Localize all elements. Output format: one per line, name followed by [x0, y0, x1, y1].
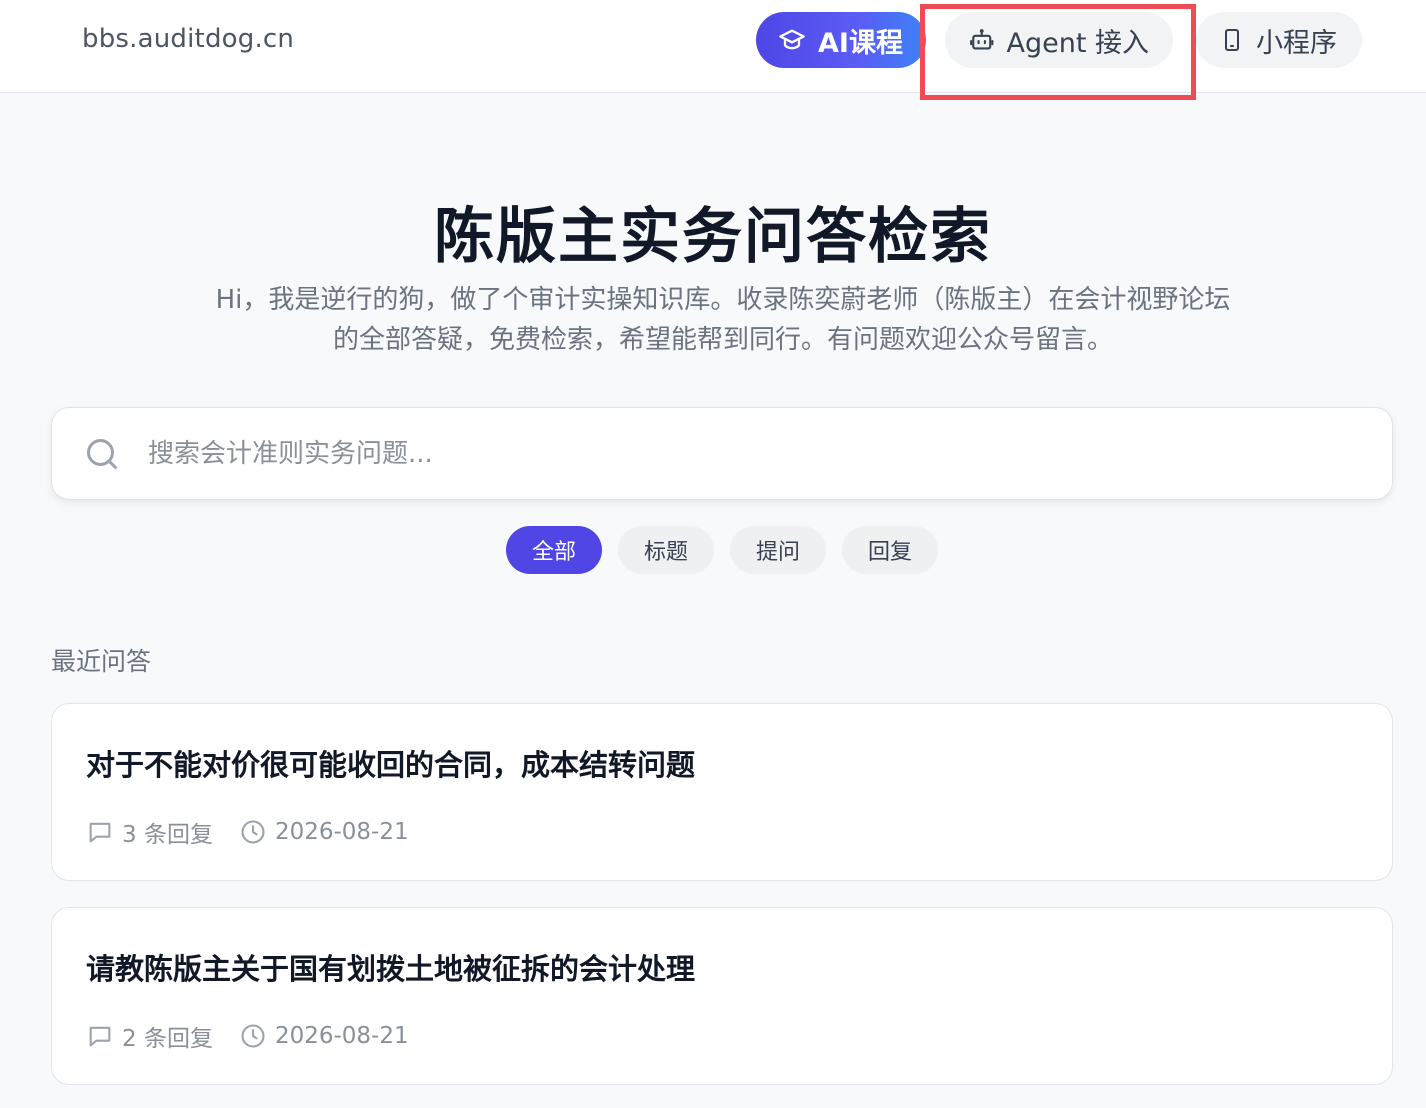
clock-icon: [241, 1024, 265, 1048]
post-date: 2026-08-21: [239, 1022, 409, 1050]
post-title[interactable]: 请教陈版主关于国有划拨土地被征拆的会计处理: [86, 946, 695, 988]
ai-course-button[interactable]: AI课程: [756, 12, 926, 68]
post-meta: 3 条回复 2026-08-21: [86, 816, 435, 848]
graduation-cap-icon: [779, 29, 805, 50]
reply-count: 3 条回复: [86, 815, 213, 849]
search-bar[interactable]: [51, 407, 1393, 500]
site-domain[interactable]: bbs.auditdog.cn: [82, 24, 294, 54]
top-header: bbs.auditdog.cn AI课程 Agent 接入 小程序: [0, 0, 1426, 93]
clock-icon: [241, 820, 265, 844]
page-subtitle: Hi，我是逆行的狗，做了个审计实操知识库。收录陈奕蔚老师（陈版主）在会计视野论坛…: [215, 285, 1231, 355]
search-input[interactable]: [148, 428, 1348, 480]
page-title: 陈版主实务问答检索: [434, 202, 992, 272]
post-date-text: 2026-08-21: [274, 1023, 409, 1049]
post-title[interactable]: 对于不能对价很可能收回的合同，成本结转问题: [86, 742, 695, 784]
reply-count-text: 2 条回复: [122, 1026, 213, 1052]
ai-course-label: AI课程: [818, 27, 903, 59]
robot-icon: [970, 29, 994, 50]
list-item[interactable]: 对于不能对价很可能收回的合同，成本结转问题 3 条回复 2026-08-21: [51, 703, 1393, 881]
comment-icon: [89, 822, 111, 843]
mini-program-label: 小程序: [1256, 27, 1337, 59]
mini-program-button[interactable]: 小程序: [1196, 12, 1362, 68]
post-meta: 2 条回复 2026-08-21: [86, 1020, 435, 1052]
filter-all[interactable]: 全部: [506, 526, 602, 574]
post-date: 2026-08-21: [239, 818, 409, 846]
agent-access-button[interactable]: Agent 接入: [945, 12, 1173, 68]
section-heading: 最近问答: [51, 647, 152, 676]
reply-count: 2 条回复: [86, 1019, 213, 1053]
comment-icon: [89, 1026, 111, 1047]
post-date-text: 2026-08-21: [274, 819, 409, 845]
list-item[interactable]: 请教陈版主关于国有划拨土地被征拆的会计处理 2 条回复 2026-08-21: [51, 907, 1393, 1085]
search-filter-tabs: 全部 标题 提问 回复: [0, 526, 1426, 574]
search-icon: [87, 439, 117, 469]
filter-title[interactable]: 标题: [618, 526, 714, 574]
filter-question[interactable]: 提问: [730, 526, 826, 574]
reply-count-text: 3 条回复: [122, 822, 213, 848]
agent-access-label: Agent 接入: [1006, 27, 1149, 59]
smartphone-icon: [1225, 29, 1239, 51]
filter-reply[interactable]: 回复: [842, 526, 938, 574]
